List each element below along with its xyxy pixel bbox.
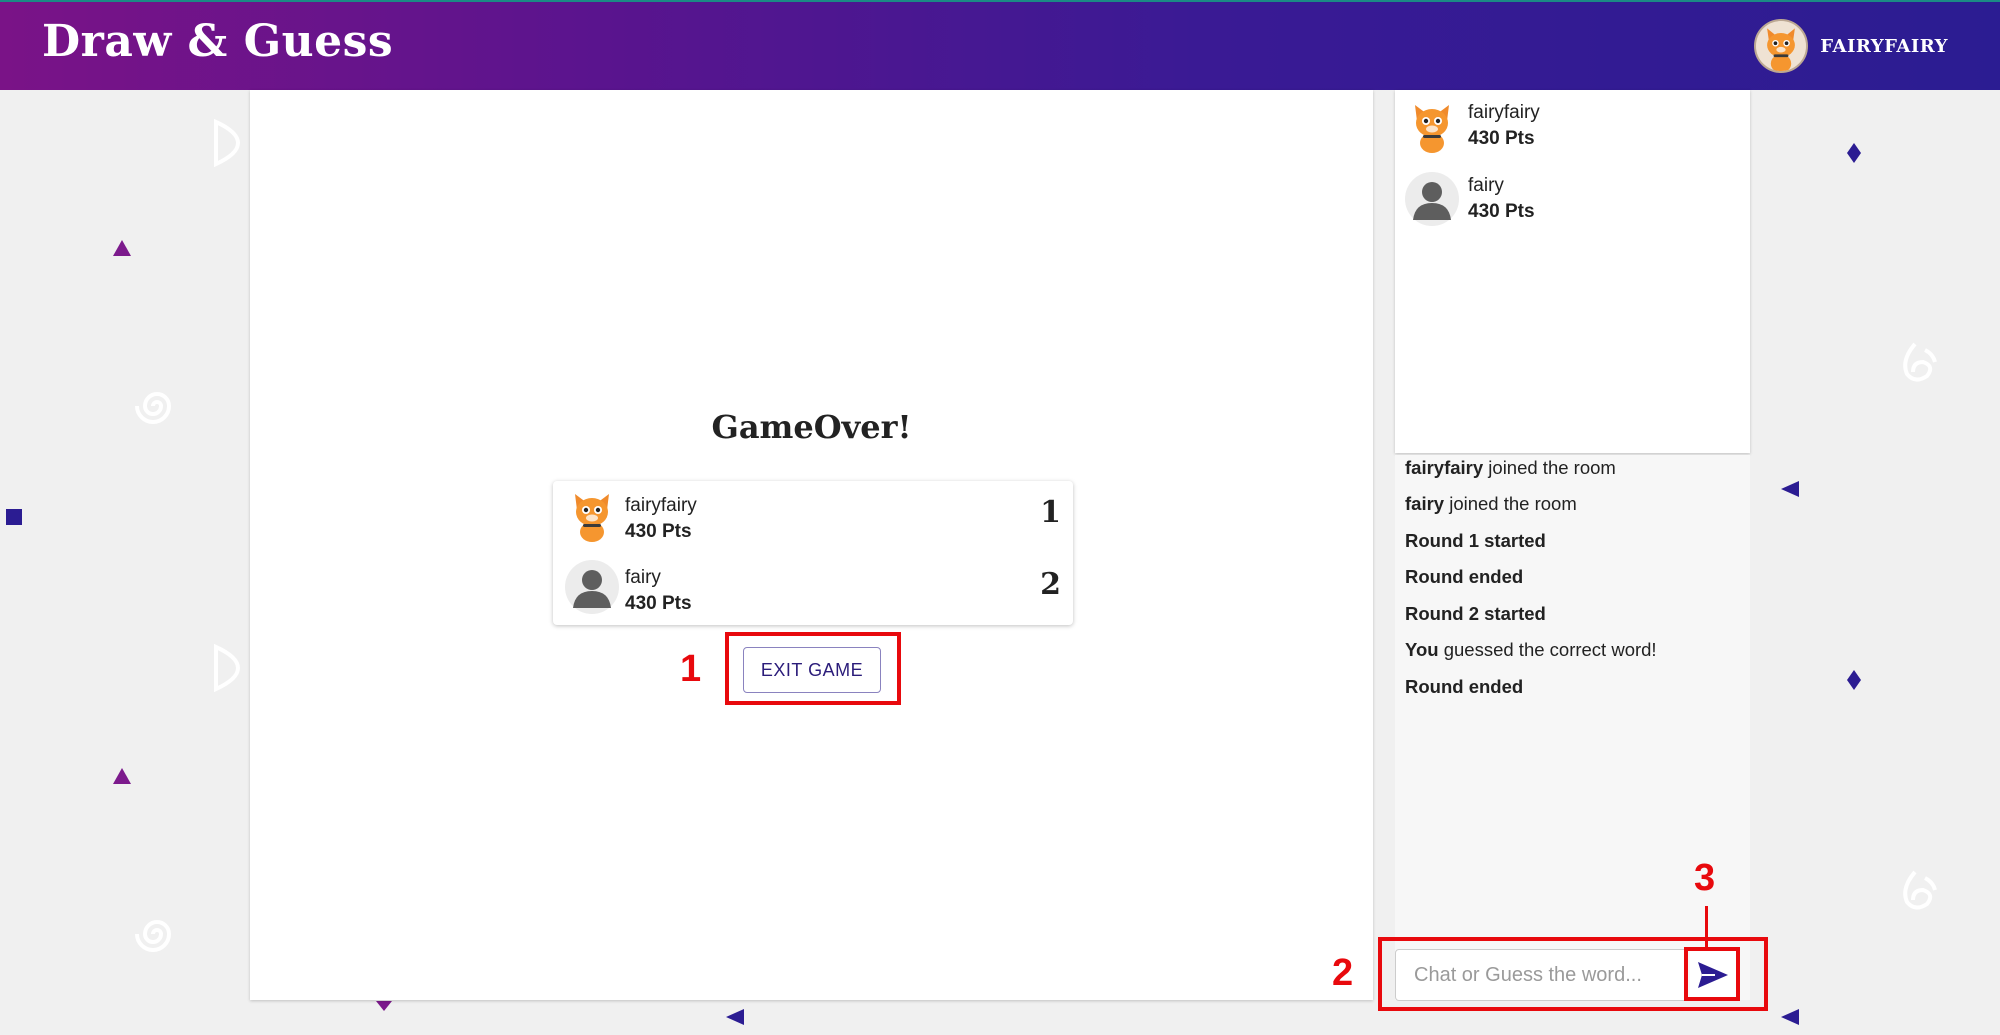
triangle-decoration-icon bbox=[113, 240, 131, 256]
annotation-leader-line bbox=[1705, 906, 1708, 948]
chat-message: Round 1 started bbox=[1405, 530, 1546, 552]
player-row: fairyfairy 430 Pts bbox=[1395, 90, 1750, 160]
spiral-decoration-icon bbox=[135, 920, 172, 952]
chat-panel: fairyfairy joined the room fairy joined … bbox=[1395, 455, 1750, 1000]
player-row: fairy 430 Pts bbox=[1395, 163, 1750, 233]
diamond-decoration-icon bbox=[1847, 670, 1861, 690]
annotation-number: 3 bbox=[1694, 857, 1716, 899]
triangle-decoration-icon bbox=[1781, 1009, 1799, 1025]
result-rank: 1 bbox=[1040, 495, 1061, 530]
player-points: 430 Pts bbox=[1468, 128, 1535, 149]
chat-message-bold: Round 1 started bbox=[1405, 530, 1546, 551]
chat-message-text: guessed the correct word! bbox=[1438, 639, 1657, 660]
chat-message-text: joined the room bbox=[1444, 493, 1577, 514]
chat-message-text: joined the room bbox=[1483, 457, 1616, 478]
chat-message-bold: fairyfairy bbox=[1405, 457, 1484, 478]
annotation-number: 2 bbox=[1332, 952, 1354, 994]
curl-decoration-icon bbox=[1903, 870, 1937, 910]
game-panel: GameOver! fairyfairy 430 Pts 1 fairy 430… bbox=[250, 90, 1373, 1000]
annotation-box-send bbox=[1684, 947, 1740, 1001]
chat-message: fairy joined the room bbox=[1405, 493, 1577, 515]
diamond-decoration-icon bbox=[1847, 143, 1861, 163]
chat-message: Round ended bbox=[1405, 676, 1523, 698]
cat-avatar-icon bbox=[1405, 99, 1459, 153]
chat-message: Round ended bbox=[1405, 566, 1523, 588]
chat-message-bold: Round ended bbox=[1405, 676, 1524, 697]
players-panel: fairyfairy 430 Pts fairy 430 Pts bbox=[1395, 90, 1750, 453]
default-user-icon bbox=[1405, 172, 1459, 226]
player-name: fairyfairy bbox=[1468, 102, 1540, 123]
chat-message: Round 2 started bbox=[1405, 603, 1546, 625]
username-label: FAIRYFAIRY bbox=[1820, 35, 1948, 57]
triangle-decoration-icon bbox=[1781, 481, 1799, 497]
game-over-title: GameOver! bbox=[711, 408, 912, 446]
chat-message: You guessed the correct word! bbox=[1405, 639, 1657, 661]
user-chip[interactable]: FAIRYFAIRY bbox=[1754, 19, 1948, 73]
triangle-decoration-icon bbox=[376, 1001, 392, 1011]
curl-decoration-icon bbox=[1903, 342, 1937, 382]
square-decoration-icon bbox=[6, 509, 22, 525]
spiral-decoration-icon bbox=[135, 392, 172, 424]
player-points: 430 Pts bbox=[1468, 201, 1535, 222]
chat-message-bold: You bbox=[1405, 639, 1439, 660]
chat-message-bold: Round 2 started bbox=[1405, 603, 1546, 624]
player-name: fairy bbox=[1468, 175, 1504, 196]
triangle-decoration-icon bbox=[113, 768, 131, 784]
half-circle-decoration-icon bbox=[214, 643, 241, 693]
half-circle-decoration-icon bbox=[214, 118, 241, 168]
result-name: fairy bbox=[625, 567, 661, 588]
result-points: 430 Pts bbox=[625, 521, 692, 542]
chat-message: fairyfairy joined the room bbox=[1405, 457, 1616, 479]
result-rank: 2 bbox=[1040, 567, 1061, 602]
default-user-icon bbox=[565, 560, 619, 614]
result-row: fairy 430 Pts 2 bbox=[553, 553, 1073, 625]
triangle-decoration-icon bbox=[726, 1009, 744, 1025]
chat-message-bold: fairy bbox=[1405, 493, 1445, 514]
annotation-number: 1 bbox=[680, 648, 702, 690]
annotation-box-exit bbox=[725, 632, 901, 705]
app-header: Draw & Guess FAIRYFAIRY bbox=[0, 0, 2000, 90]
chat-message-bold: Round ended bbox=[1405, 566, 1524, 587]
results-card: fairyfairy 430 Pts 1 fairy 430 Pts 2 bbox=[553, 481, 1073, 625]
cat-avatar-icon bbox=[565, 488, 619, 542]
result-row: fairyfairy 430 Pts 1 bbox=[553, 481, 1073, 553]
app-title: Draw & Guess bbox=[42, 16, 394, 67]
result-points: 430 Pts bbox=[625, 593, 692, 614]
cat-avatar-icon bbox=[1754, 19, 1809, 73]
result-name: fairyfairy bbox=[625, 495, 697, 516]
